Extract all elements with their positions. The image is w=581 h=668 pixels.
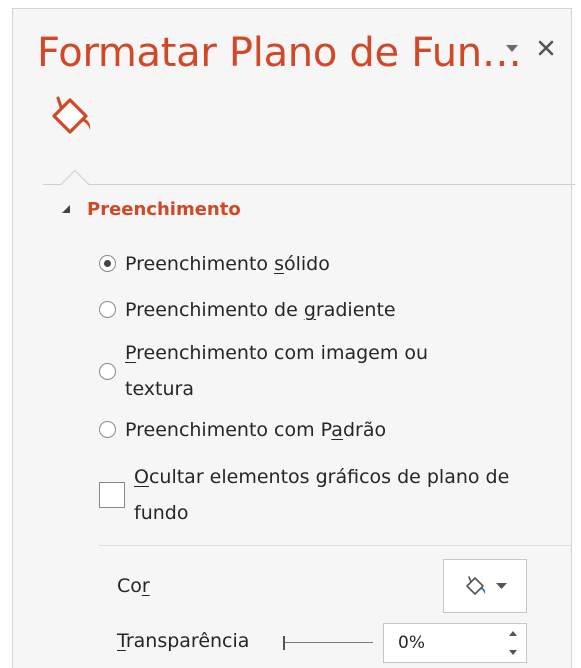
tab-fill-line[interactable] — [45, 91, 97, 139]
transparency-spinbox[interactable]: 0% — [383, 623, 527, 663]
section-fill-header[interactable]: Preenchimento — [59, 195, 241, 223]
chevron-up-icon — [509, 631, 517, 636]
radio-pattern-fill[interactable]: Preenchimento com Padrão — [99, 411, 386, 449]
paint-bucket-icon — [465, 576, 485, 595]
access-key: g — [303, 299, 316, 321]
radio-label: Preenchimento com Padrão — [125, 411, 386, 449]
label-part: Preenchimento com P — [125, 419, 332, 441]
close-icon — [538, 40, 554, 56]
radio-button[interactable] — [99, 362, 116, 380]
transparency-label: Transparência — [117, 630, 249, 652]
chevron-down-icon — [509, 650, 517, 655]
pane-options-button[interactable] — [501, 39, 523, 59]
collapse-triangle-icon — [62, 205, 70, 213]
pane-title: Formatar Plano de Fun… — [37, 30, 522, 76]
access-key: P — [125, 342, 137, 364]
radio-picture-texture-fill[interactable]: Preenchimento com imagem ou textura — [99, 335, 485, 407]
hide-background-graphics-checkbox[interactable]: Ocultar elementos gráficos de plano de f… — [99, 459, 534, 531]
spin-up-button[interactable] — [500, 624, 526, 643]
close-pane-button[interactable] — [531, 33, 561, 63]
checkbox[interactable] — [99, 482, 125, 508]
label-part: reenchimento com imagem ou textura — [125, 342, 429, 400]
radio-button[interactable] — [99, 421, 116, 438]
access-key: r — [141, 575, 150, 597]
divider — [99, 545, 571, 546]
radio-solid-fill[interactable]: Preenchimento sólido — [99, 245, 330, 283]
access-key: O — [134, 466, 149, 488]
spin-down-button[interactable] — [500, 643, 526, 662]
radio-label: Preenchimento de gradiente — [125, 291, 396, 329]
transparency-slider[interactable] — [283, 635, 373, 651]
access-key: s — [274, 253, 284, 275]
transparency-value[interactable]: 0% — [384, 633, 500, 653]
label-part: Preenchimento de — [125, 299, 304, 321]
label-part: radiente — [315, 299, 396, 321]
dropdown-arrow-icon — [495, 582, 507, 589]
checkbox-label: Ocultar elementos gráficos de plano de f… — [134, 459, 534, 531]
dropdown-arrow-icon — [506, 45, 518, 52]
radio-button-checked[interactable] — [99, 255, 116, 272]
radio-gradient-fill[interactable]: Preenchimento de gradiente — [99, 291, 396, 329]
color-label: Cor — [117, 575, 150, 597]
label-part: Preenchimento — [125, 253, 275, 275]
radio-label: Preenchimento com imagem ou textura — [125, 335, 485, 407]
section-title: Preenchimento — [87, 198, 241, 220]
slider-thumb[interactable] — [283, 636, 285, 650]
label-part: cultar elementos gráficos de plano de fu… — [134, 466, 510, 524]
label-part: ransparência — [125, 630, 250, 652]
access-key: T — [117, 630, 126, 652]
stage: Formatar Plano de Fun… Preenchimento Pre… — [0, 0, 581, 668]
label-part: Co — [117, 575, 142, 597]
slider-track — [283, 642, 373, 643]
label-part: ólido — [283, 253, 330, 275]
radio-button[interactable] — [99, 301, 116, 318]
fill-color-dropdown[interactable] — [443, 559, 527, 613]
paint-bucket-icon — [52, 96, 91, 134]
format-background-pane: Formatar Plano de Fun… Preenchimento Pre… — [12, 8, 575, 668]
spin-arrows — [500, 624, 526, 662]
access-key: a — [331, 419, 343, 441]
tab-indicator-line — [43, 169, 575, 185]
label-part: drão — [342, 419, 387, 441]
radio-label: Preenchimento sólido — [125, 245, 330, 283]
